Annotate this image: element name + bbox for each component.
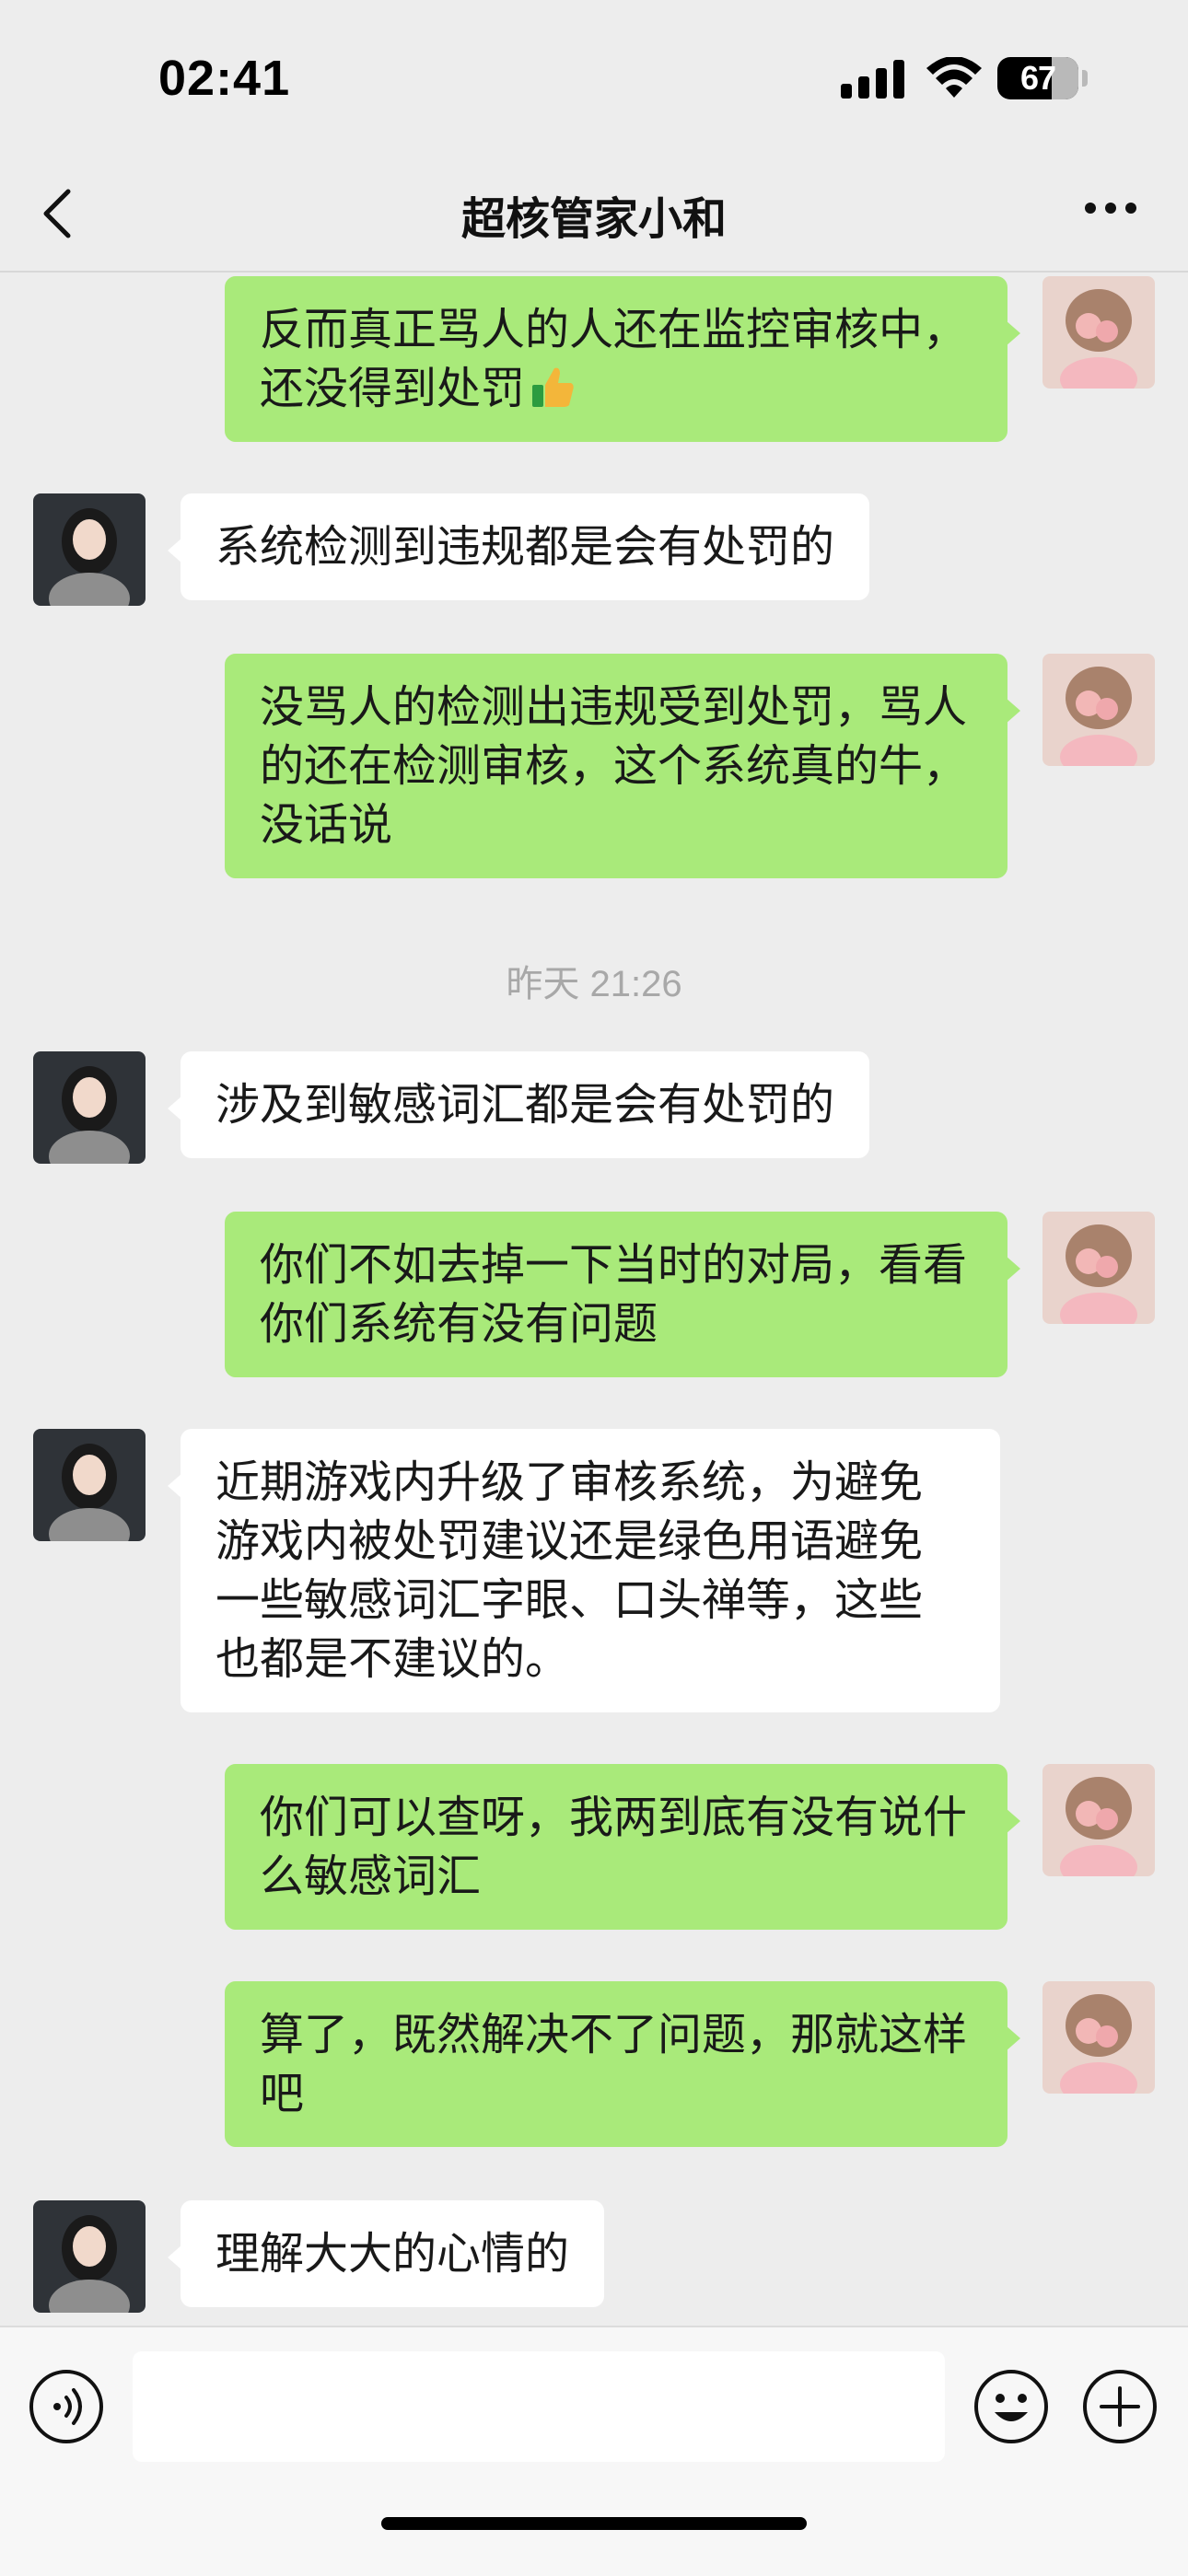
input-bar xyxy=(0,2326,1188,2576)
message-text: 反而真正骂人的人还在监控审核中，还没得到处罚 xyxy=(260,304,968,414)
message-list: 反而真正骂人的人还在监控审核中，还没得到处罚 系统检测到违规都是会有处罚的 没骂… xyxy=(0,273,1188,2326)
my-avatar[interactable] xyxy=(1042,1212,1155,1324)
message-text: 你们不如去掉一下当时的对局，看看你们系统有没有问题 xyxy=(260,1239,968,1350)
chat-header: 超核管家小和 xyxy=(0,157,1188,273)
battery-level: 67 xyxy=(1019,59,1056,97)
battery-tip xyxy=(1082,70,1088,87)
contact-avatar[interactable] xyxy=(33,2200,146,2313)
wifi-icon xyxy=(926,57,982,98)
battery-icon: 67 xyxy=(997,57,1078,99)
plus-icon[interactable] xyxy=(1081,2368,1159,2445)
message-bubble-sent[interactable]: 没骂人的检测出违规受到处罚，骂人的还在检测审核，这个系统真的牛，没话说 xyxy=(225,654,1020,878)
message-text: 近期游戏内升级了审核系统，为避免游戏内被处罚建议还是绿色用语避免一些敏感词汇字眼… xyxy=(215,1456,924,1685)
status-bar: 02:41 67 xyxy=(0,0,1188,157)
voice-input-icon[interactable] xyxy=(28,2368,105,2445)
message-text: 你们可以查呀，我两到底有没有说什么敏感词汇 xyxy=(260,1792,968,1902)
message-bubble-received[interactable]: 系统检测到违规都是会有处罚的 xyxy=(167,493,870,600)
message-text: 理解大大的心情的 xyxy=(215,2228,570,2280)
message-text: 算了，既然解决不了问题，那就这样吧 xyxy=(260,2009,968,2119)
message-text: 系统检测到违规都是会有处罚的 xyxy=(215,521,835,573)
message-bubble-sent[interactable]: 算了，既然解决不了问题，那就这样吧 xyxy=(225,1981,1020,2147)
message-bubble-sent[interactable]: 反而真正骂人的人还在监控审核中，还没得到处罚 xyxy=(225,276,1020,442)
contact-avatar[interactable] xyxy=(33,493,146,606)
message-bubble-sent[interactable]: 你们可以查呀，我两到底有没有说什么敏感词汇 xyxy=(225,1764,1020,1930)
my-avatar[interactable] xyxy=(1042,276,1155,389)
emoji-icon[interactable] xyxy=(973,2368,1050,2445)
thumbs-up-icon xyxy=(532,367,574,407)
my-avatar[interactable] xyxy=(1042,1764,1155,1876)
message-bubble-received[interactable]: 近期游戏内升级了审核系统，为避免游戏内被处罚建议还是绿色用语避免一些敏感词汇字眼… xyxy=(168,1429,1000,1712)
message-bubble-sent[interactable]: 你们不如去掉一下当时的对局，看看你们系统有没有问题 xyxy=(225,1212,1020,1377)
message-bubble-received[interactable]: 涉及到敏感词汇都是会有处罚的 xyxy=(167,1051,870,1158)
message-text: 没骂人的检测出违规受到处罚，骂人的还在检测审核，这个系统真的牛，没话说 xyxy=(260,681,968,851)
contact-avatar[interactable] xyxy=(33,1051,146,1164)
chat-title: 超核管家小和 xyxy=(460,193,727,245)
message-input[interactable] xyxy=(133,2351,945,2462)
message-text: 涉及到敏感词汇都是会有处罚的 xyxy=(215,1079,835,1131)
contact-avatar[interactable] xyxy=(33,1429,146,1541)
my-avatar[interactable] xyxy=(1042,1981,1155,2094)
more-options-icon[interactable] xyxy=(1083,201,1138,215)
my-avatar[interactable] xyxy=(1042,654,1155,766)
cellular-signal-icon xyxy=(841,60,904,99)
message-bubble-received[interactable]: 理解大大的心情的 xyxy=(167,2200,605,2307)
status-time: 02:41 xyxy=(158,51,291,106)
home-indicator xyxy=(381,2517,807,2530)
time-divider: 昨天 21:26 xyxy=(506,964,682,1004)
